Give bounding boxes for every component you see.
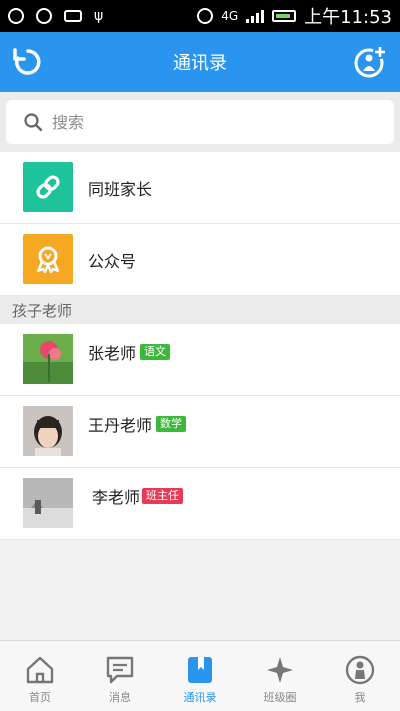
status-bar: ψ 4G 上午11:53 xyxy=(0,0,400,32)
bottom-nav: 首页 消息 通讯录 班级圈 我 xyxy=(0,640,400,711)
subject-badge: 数学 xyxy=(156,416,187,432)
nav-item-profile[interactable]: 我 xyxy=(320,641,400,711)
teacher-name: 李老师 班主任 xyxy=(92,484,184,508)
clock: 上午11:53 xyxy=(304,7,392,28)
list-item-class-parents[interactable]: 同班家长 xyxy=(0,152,400,224)
signal-icon xyxy=(246,9,265,23)
nav-label: 我 xyxy=(354,691,366,704)
contacts-icon xyxy=(188,657,212,683)
usb-icon: ψ xyxy=(94,8,104,24)
nav-item-home[interactable]: 首页 xyxy=(0,641,80,711)
nav-item-messages[interactable]: 消息 xyxy=(80,641,160,711)
teacher-row[interactable]: 王丹老师 数学 xyxy=(0,396,400,468)
contact-list: 同班家长 公众号 孩子老师 张老师 语文 王丹老师 数学 李老师 班主任 xyxy=(0,152,400,540)
nav-item-contacts[interactable]: 通讯录 xyxy=(160,641,240,711)
upload-icon xyxy=(36,8,52,24)
nav-label: 消息 xyxy=(109,691,131,704)
add-contact-icon[interactable] xyxy=(354,44,388,78)
list-item-label: 公众号 xyxy=(88,252,137,271)
chat-icon xyxy=(8,8,24,24)
teacher-row[interactable]: 李老师 班主任 xyxy=(0,468,400,540)
page-title: 通讯录 xyxy=(173,53,227,74)
home-icon xyxy=(26,656,54,684)
refresh-icon[interactable] xyxy=(12,46,44,78)
class-circle-icon xyxy=(267,657,293,683)
teacher-row[interactable]: 张老师 语文 xyxy=(0,324,400,396)
battery-icon xyxy=(272,10,297,22)
search-input[interactable] xyxy=(52,112,352,132)
avatar xyxy=(23,478,73,528)
avatar xyxy=(23,334,73,384)
search-area xyxy=(0,92,400,154)
teacher-name: 张老师 语文 xyxy=(88,340,171,364)
search-box[interactable] xyxy=(6,100,394,144)
nav-item-class-circle[interactable]: 班级圈 xyxy=(240,641,320,711)
profile-icon xyxy=(345,655,375,685)
section-header: 孩子老师 xyxy=(0,296,400,324)
network-label: 4G xyxy=(221,9,239,23)
search-icon xyxy=(24,113,42,131)
alarm-icon xyxy=(197,8,214,24)
teacher-name-label: 张老师 xyxy=(88,344,137,363)
subject-badge: 班主任 xyxy=(142,488,184,504)
teacher-name-label: 王丹老师 xyxy=(88,416,153,435)
teacher-name: 王丹老师 数学 xyxy=(88,412,187,436)
nav-label: 首页 xyxy=(29,691,51,704)
nav-label: 班级圈 xyxy=(263,691,297,704)
link-icon xyxy=(23,162,73,212)
avatar xyxy=(23,406,73,456)
badge-icon xyxy=(23,234,73,284)
list-item-label: 同班家长 xyxy=(88,180,153,199)
list-item-official-accounts[interactable]: 公众号 xyxy=(0,224,400,296)
teacher-name-label: 李老师 xyxy=(92,488,141,507)
title-bar: 通讯录 xyxy=(0,32,400,92)
nav-label: 通讯录 xyxy=(183,691,217,704)
message-icon xyxy=(106,656,134,684)
cat-icon xyxy=(64,10,82,22)
subject-badge: 语文 xyxy=(140,344,171,360)
